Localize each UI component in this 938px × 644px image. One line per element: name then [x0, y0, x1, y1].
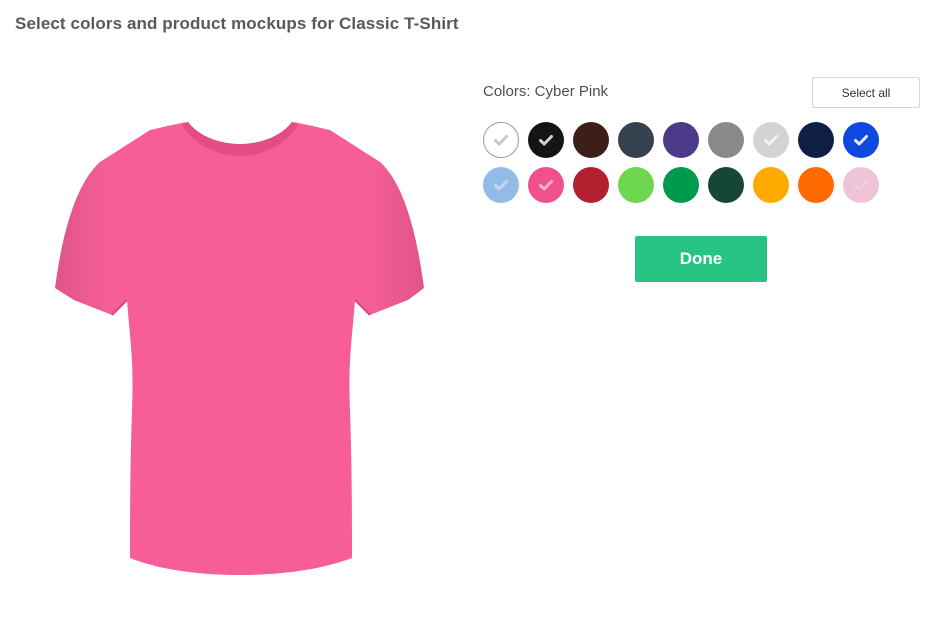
- color-swatch-grid: [483, 122, 893, 203]
- color-swatch-navy[interactable]: [798, 122, 834, 158]
- select-all-button[interactable]: Select all: [812, 77, 920, 108]
- selected-color-label: Colors: Cyber Pink: [483, 83, 609, 100]
- checkmark-icon: [854, 180, 868, 191]
- done-button[interactable]: Done: [635, 236, 767, 282]
- color-swatch-light-blue[interactable]: [483, 167, 519, 203]
- checkmark-icon: [494, 180, 508, 191]
- color-swatch-dark-chocolate[interactable]: [573, 122, 609, 158]
- color-swatch-forest-green[interactable]: [708, 167, 744, 203]
- color-swatch-light-pink[interactable]: [843, 167, 879, 203]
- checkmark-icon: [539, 180, 553, 191]
- page-title: Select colors and product mockups for Cl…: [15, 14, 459, 33]
- color-swatch-black[interactable]: [528, 122, 564, 158]
- tshirt-image: [55, 122, 424, 575]
- color-swatch-lime[interactable]: [618, 167, 654, 203]
- checkmark-icon: [494, 135, 508, 146]
- color-swatch-kelly-green[interactable]: [663, 167, 699, 203]
- checkmark-icon: [764, 135, 778, 146]
- color-swatch-orange[interactable]: [798, 167, 834, 203]
- color-swatch-cyber-pink[interactable]: [528, 167, 564, 203]
- color-swatch-light-gray[interactable]: [753, 122, 789, 158]
- color-swatch-purple[interactable]: [663, 122, 699, 158]
- color-swatch-gray[interactable]: [708, 122, 744, 158]
- color-swatch-royal-blue[interactable]: [843, 122, 879, 158]
- checkmark-icon: [539, 135, 553, 146]
- color-swatch-gold[interactable]: [753, 167, 789, 203]
- color-swatch-white[interactable]: [483, 122, 519, 158]
- checkmark-icon: [854, 135, 868, 146]
- product-mockup-preview: [40, 110, 440, 590]
- color-swatch-red[interactable]: [573, 167, 609, 203]
- color-swatch-charcoal[interactable]: [618, 122, 654, 158]
